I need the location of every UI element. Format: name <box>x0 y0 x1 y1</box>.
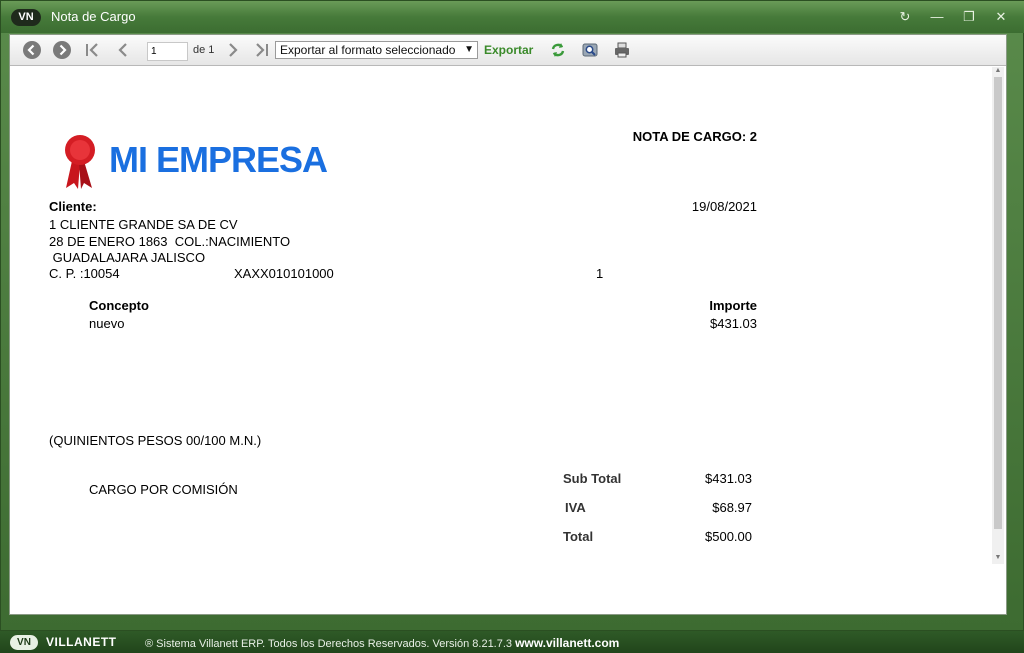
subtotal-label: Sub Total <box>563 471 622 486</box>
status-footer: VN VILLANETT ® Sistema Villanett ERP. To… <box>0 631 1024 653</box>
client-cp: C. P. :10054 <box>49 266 120 281</box>
page-number-input[interactable]: 1 <box>147 42 188 61</box>
iva-value: $68.97 <box>712 500 752 515</box>
export-button[interactable]: Exportar <box>484 43 533 57</box>
back-icon[interactable] <box>23 41 41 59</box>
amount-in-words: (QUINIENTOS PESOS 00/100 M.N.) <box>49 433 262 448</box>
export-format-select[interactable]: Exportar al formato seleccionado ▼ <box>275 41 478 59</box>
search-icon[interactable] <box>581 41 599 59</box>
window-controls: ↻ — ❐ ✕ <box>895 8 1011 26</box>
footer-brand: VILLANETT <box>46 635 117 649</box>
app-logo: VN <box>11 9 41 26</box>
last-page-icon[interactable] <box>252 41 270 59</box>
forward-icon[interactable] <box>53 41 71 59</box>
client-number: 1 <box>596 266 604 281</box>
refresh-icon[interactable] <box>549 41 567 59</box>
window-title: Nota de Cargo <box>51 9 136 24</box>
item-concept: nuevo <box>89 316 125 331</box>
item-amount: $431.03 <box>710 316 757 331</box>
close-icon[interactable]: ✕ <box>991 8 1011 26</box>
print-icon[interactable] <box>613 41 631 59</box>
prev-page-icon[interactable] <box>114 41 132 59</box>
app-window: VN Nota de Cargo ↻ — ❐ ✕ 1 de 1 Exportar… <box>0 0 1024 631</box>
client-label: Cliente: <box>49 199 97 214</box>
footer-copyright: ® Sistema Villanett ERP. Todos los Derec… <box>145 638 513 650</box>
refresh-window-icon[interactable]: ↻ <box>895 8 915 26</box>
footer-url[interactable]: www.villanett.com <box>515 636 619 650</box>
footer-logo: VN <box>10 635 38 650</box>
doc-date: 19/08/2021 <box>691 199 757 214</box>
title-bar: VN Nota de Cargo ↻ — ❐ ✕ <box>1 1 1024 33</box>
first-page-icon[interactable] <box>84 41 102 59</box>
footer-text: ® Sistema Villanett ERP. Todos los Derec… <box>145 636 619 650</box>
charge-type: CARGO POR COMISIÓN <box>89 482 238 497</box>
total-label: Total <box>563 529 594 544</box>
subtotal-value: $431.03 <box>705 471 752 486</box>
iva-label: IVA <box>565 500 586 515</box>
report-page: MI EMPRESA NOTA DE CARGO: 2 Cliente: 19/… <box>10 67 993 614</box>
viewer-toolbar: 1 de 1 Exportar al formato seleccionado … <box>10 35 1006 66</box>
page-total-label: de 1 <box>193 44 215 56</box>
company-logo-text: MI EMPRESA <box>109 139 328 180</box>
vertical-scrollbar[interactable]: ▲ ▼ <box>992 67 1004 564</box>
client-address-line2: GUADALAJARA JALISCO <box>49 250 206 265</box>
amount-header: Importe <box>709 298 757 313</box>
restore-icon[interactable]: ❐ <box>959 8 979 26</box>
ribbon-logo-icon <box>65 135 95 189</box>
total-value: $500.00 <box>705 529 752 544</box>
doc-title: NOTA DE CARGO: 2 <box>632 129 757 144</box>
minimize-icon[interactable]: — <box>927 8 947 26</box>
concept-header: Concepto <box>89 298 149 313</box>
chevron-down-icon: ▼ <box>464 44 474 55</box>
client-rfc: XAXX010101000 <box>234 266 334 281</box>
export-format-value: Exportar al formato seleccionado <box>280 43 456 57</box>
next-page-icon[interactable] <box>224 41 242 59</box>
report-viewer: 1 de 1 Exportar al formato seleccionado … <box>9 34 1007 615</box>
scroll-down-icon[interactable]: ▼ <box>992 554 1004 564</box>
scroll-up-icon[interactable]: ▲ <box>992 67 1004 77</box>
client-address-line1: 28 DE ENERO 1863 COL.:NACIMIENTO <box>49 234 291 249</box>
scrollbar-thumb[interactable] <box>994 77 1002 529</box>
client-name: 1 CLIENTE GRANDE SA DE CV <box>49 217 238 232</box>
